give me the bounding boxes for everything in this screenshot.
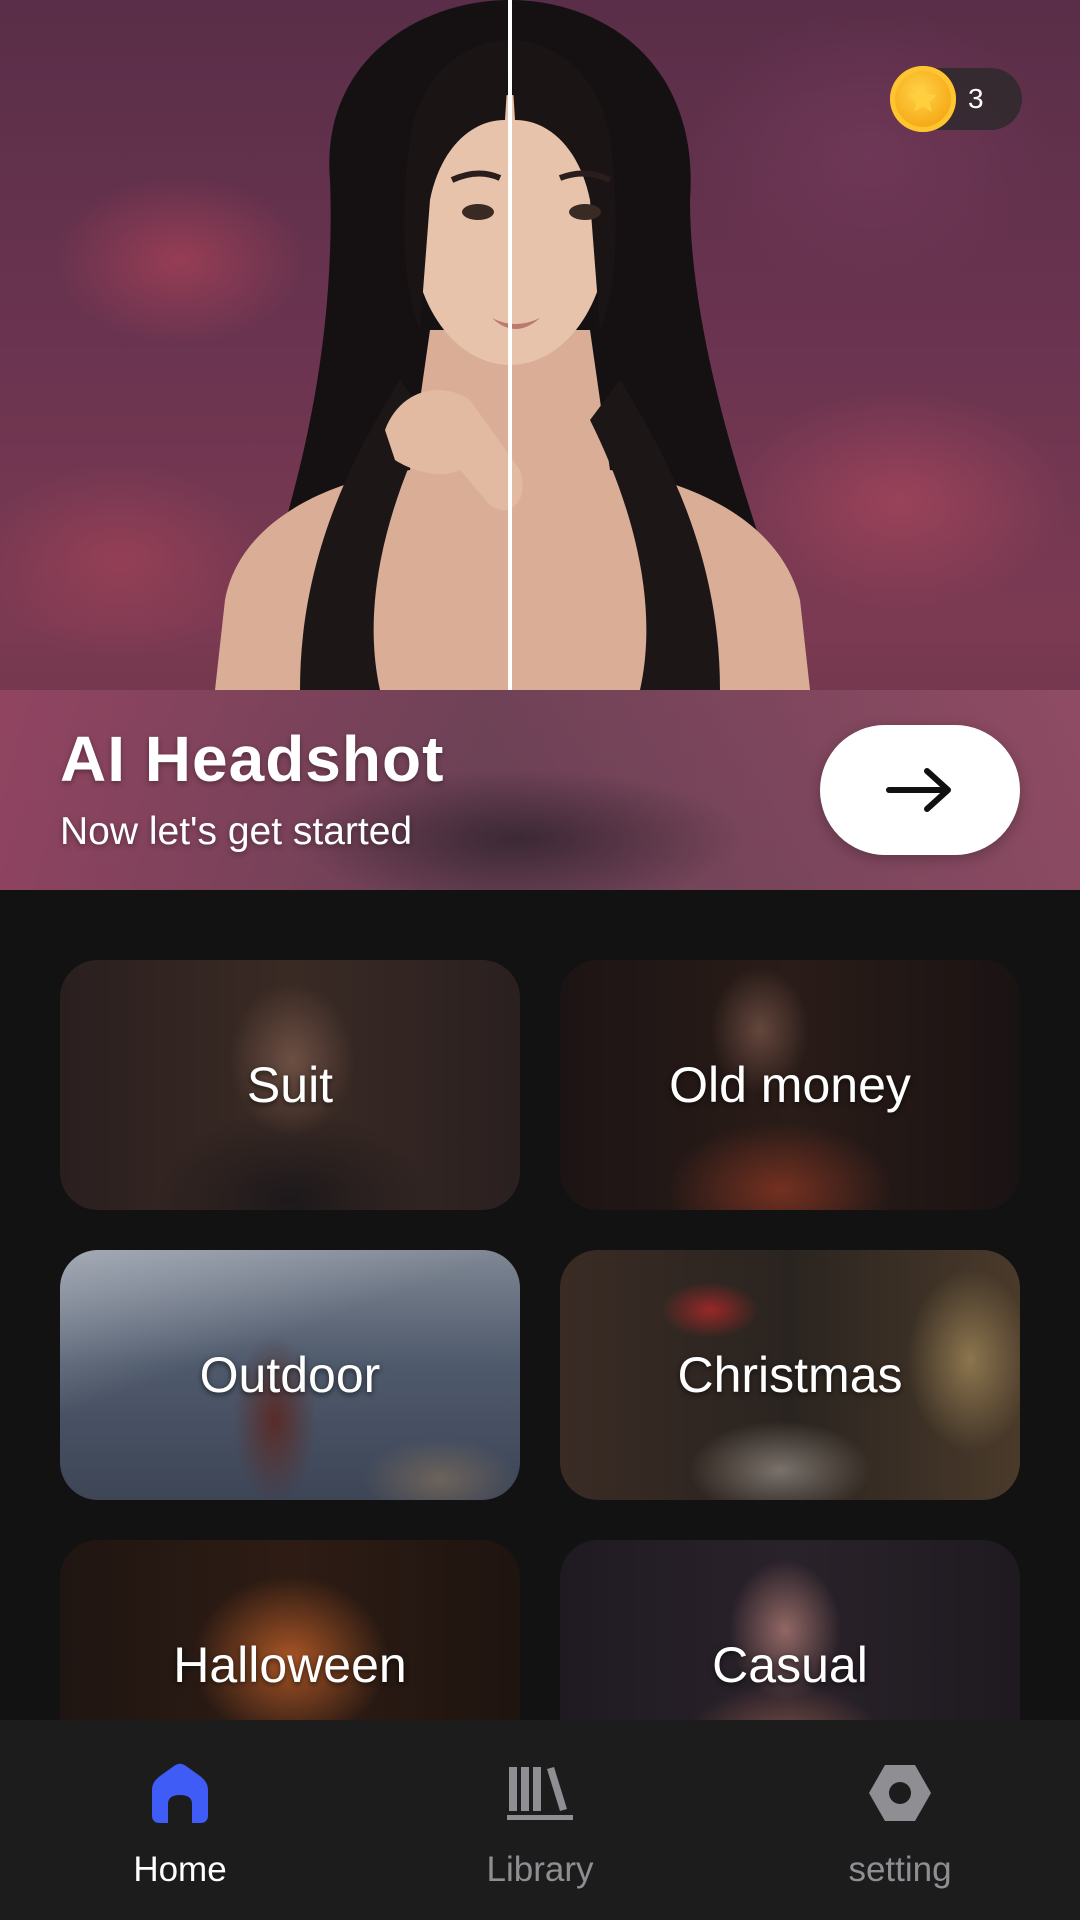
- nav-label: Library: [486, 1850, 594, 1889]
- hero-title: AI Headshot: [60, 723, 445, 795]
- category-card-christmas[interactable]: Christmas: [560, 1250, 1020, 1500]
- nav-item-setting[interactable]: setting: [720, 1720, 1080, 1920]
- nav-item-home[interactable]: Home: [0, 1720, 360, 1920]
- category-card-suit[interactable]: Suit: [60, 960, 520, 1210]
- coin-icon: [890, 66, 956, 132]
- category-label: Christmas: [677, 1347, 903, 1403]
- home-icon: [145, 1758, 215, 1828]
- category-card-outdoor[interactable]: Outdoor: [60, 1250, 520, 1500]
- nav-item-library[interactable]: Library: [360, 1720, 720, 1920]
- bottom-navigation: Home Library setting: [0, 1720, 1080, 1920]
- coin-balance[interactable]: 3: [890, 66, 1022, 132]
- comparison-divider[interactable]: [508, 0, 512, 690]
- nav-label: Home: [133, 1850, 227, 1889]
- hero-subtitle: Now let's get started: [60, 810, 413, 853]
- nav-label: setting: [848, 1850, 952, 1889]
- category-label: Outdoor: [199, 1347, 381, 1403]
- category-card-old-money[interactable]: Old money: [560, 960, 1020, 1210]
- category-label: Suit: [246, 1057, 334, 1113]
- category-label: Old money: [669, 1057, 911, 1113]
- arrow-right-icon: [886, 768, 951, 812]
- coin-count: 3: [968, 83, 984, 114]
- library-icon: [505, 1758, 575, 1828]
- settings-icon: [865, 1758, 935, 1828]
- get-started-button[interactable]: [820, 725, 1020, 855]
- hero-banner[interactable]: 3 AI Headshot Now let's get started: [0, 0, 1080, 890]
